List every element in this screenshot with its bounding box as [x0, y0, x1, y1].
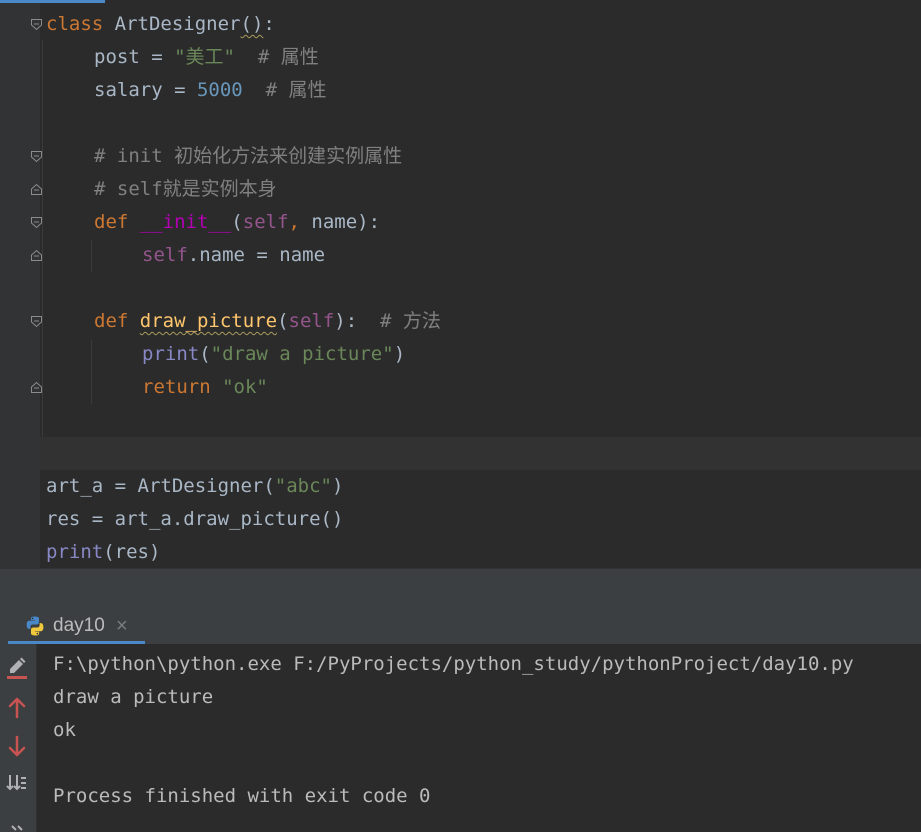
soft-wrap-icon[interactable]	[4, 771, 30, 797]
paren-open: (	[231, 211, 243, 233]
fold-close-icon[interactable]	[30, 249, 43, 262]
console-output-line: ok	[53, 719, 76, 741]
string-literal: "ok"	[222, 376, 268, 398]
more-icon[interactable]	[4, 816, 30, 832]
code-line[interactable]: class ArtDesigner():	[46, 8, 275, 41]
editor-tab-indicator	[0, 0, 105, 3]
run-toolbar	[0, 644, 37, 832]
builtin-print: print	[142, 343, 200, 365]
string-literal: "abc"	[274, 475, 332, 497]
operator: =	[139, 46, 175, 68]
code-line[interactable]: print("draw a picture")	[142, 338, 405, 371]
string-literal: "美工"	[174, 46, 235, 68]
arrow-up-icon[interactable]	[4, 695, 30, 721]
code-line[interactable]: post = "美工" # 属性	[94, 41, 319, 74]
console-command-line: F:\python\python.exe F:/PyProjects/pytho…	[53, 653, 854, 675]
indent-guide	[42, 40, 43, 440]
console-output-line: draw a picture	[53, 686, 214, 708]
fold-open-icon[interactable]	[30, 315, 43, 328]
comment: # 方法	[357, 310, 441, 332]
operator: =	[162, 79, 197, 101]
code-line[interactable]: # self就是实例本身	[94, 173, 277, 206]
number-literal: 5000	[196, 79, 243, 101]
builtin-print: print	[46, 541, 104, 563]
comma: ,	[288, 211, 312, 233]
fold-open-icon[interactable]	[30, 18, 43, 31]
string-literal: "draw a picture"	[210, 343, 394, 365]
self-param: self	[242, 211, 289, 233]
function-name: __init__	[139, 211, 232, 233]
paren-close: ):	[334, 310, 358, 332]
fold-open-icon[interactable]	[30, 150, 43, 163]
code-text: res = art_a.draw_picture()	[46, 508, 344, 530]
keyword: def	[94, 211, 129, 233]
keyword: return	[142, 376, 211, 398]
code-line[interactable]: art_a = ArtDesigner("abc")	[46, 470, 343, 503]
code-editor[interactable]: class ArtDesigner(): post = "美工" # 属性 sa…	[0, 0, 921, 568]
code-line[interactable]: def draw_picture(self): # 方法	[94, 305, 441, 338]
tab-day10[interactable]: day10 ×	[8, 606, 145, 644]
keyword: class	[46, 13, 104, 35]
self-param: self	[288, 310, 335, 332]
comment: # 属性	[242, 79, 327, 101]
code-line[interactable]: def __init__(self, name):	[94, 206, 380, 239]
indent-guide	[91, 340, 92, 404]
tab-label: day10	[53, 615, 105, 636]
variable: salary	[94, 79, 163, 101]
code-line[interactable]: return "ok"	[142, 371, 268, 404]
code-text: .name = name	[187, 244, 326, 266]
class-name: ArtDesigner	[114, 13, 241, 35]
parens: ()	[240, 13, 264, 35]
paren-close: ):	[357, 211, 381, 233]
code-line[interactable]: # init 初始化方法来创建实例属性	[94, 140, 402, 173]
code-line[interactable]: self.name = name	[142, 239, 325, 272]
code-line[interactable]: salary = 5000 # 属性	[94, 74, 327, 107]
edit-icon[interactable]	[4, 656, 30, 682]
keyword: def	[94, 310, 129, 332]
comment: # self就是实例本身	[94, 178, 277, 200]
editor-gutter	[0, 0, 40, 568]
paren-close: )	[393, 343, 406, 365]
parameter: name	[311, 211, 358, 233]
colon: :	[263, 13, 275, 35]
arrow-down-icon[interactable]	[4, 733, 30, 759]
run-panel: day10 × F:\python\python.exe F:/PyProjec…	[0, 606, 921, 832]
panel-splitter[interactable]	[0, 568, 921, 607]
run-tab-bar: day10 ×	[0, 606, 921, 644]
code-line[interactable]: print(res)	[46, 536, 160, 568]
code-line[interactable]: res = art_a.draw_picture()	[46, 503, 343, 536]
fold-close-icon[interactable]	[30, 183, 43, 196]
comment: # 属性	[234, 46, 319, 68]
variable: post	[94, 46, 140, 68]
paren-open: (	[277, 310, 289, 332]
close-icon[interactable]: ×	[116, 606, 128, 646]
fold-close-icon[interactable]	[30, 381, 43, 394]
code-text: art_a = ArtDesigner(	[46, 475, 275, 497]
python-icon	[24, 615, 46, 637]
comment: # init 初始化方法来创建实例属性	[94, 145, 403, 167]
code-text: (res)	[103, 541, 161, 563]
fold-open-icon[interactable]	[30, 216, 43, 229]
code-text: )	[331, 475, 344, 497]
console-exit-line: Process finished with exit code 0	[53, 785, 431, 807]
indent-guide	[91, 240, 92, 272]
self-ref: self	[142, 244, 188, 266]
current-line-highlight[interactable]	[40, 437, 921, 470]
paren-open: (	[199, 343, 211, 365]
function-name: draw_picture	[139, 310, 278, 332]
